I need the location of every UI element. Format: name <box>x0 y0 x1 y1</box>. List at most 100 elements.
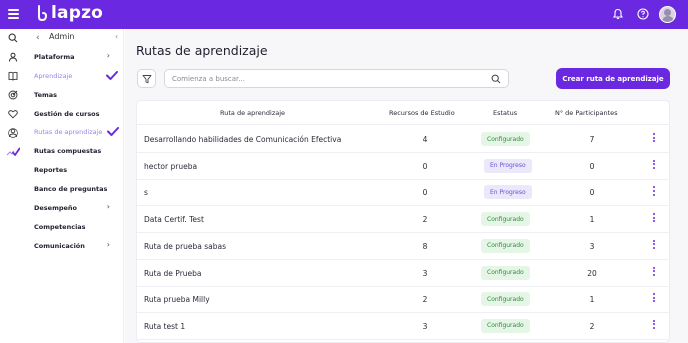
table-row[interactable]: Ruta de prueba sabas 8 Configurado 3 <box>137 233 669 260</box>
more-options-icon[interactable] <box>651 266 657 279</box>
column-header[interactable]: Recursos de Estudio <box>389 109 455 117</box>
sidebar-item-label: Desempeño <box>34 204 78 212</box>
filter-button[interactable] <box>137 69 156 88</box>
table-row[interactable]: hector prueba 0 En Progreso 0 <box>137 153 669 180</box>
status-badge: Configurado <box>481 132 530 146</box>
table-row[interactable]: Desarrollando habilidades de Comunicació… <box>137 126 669 153</box>
sidebar-item-comunicacion[interactable]: Comunicación › <box>34 239 120 253</box>
brand-logo[interactable]: lapzo <box>36 3 103 23</box>
chevron-right-icon: › <box>106 202 110 211</box>
more-options-icon[interactable] <box>651 213 657 225</box>
sidebar-item-plataforma[interactable]: Plataforma › <box>34 50 120 64</box>
sidebar-item-desempeno[interactable]: Desempeño › <box>34 201 120 215</box>
status-badge: Configurado <box>481 238 530 253</box>
sidebar-header: ‹ Admin ‹ <box>26 29 124 47</box>
more-options-icon[interactable] <box>651 293 657 305</box>
resources-count: 4 <box>422 135 428 144</box>
route-name[interactable]: s <box>144 188 148 197</box>
participants-count: 20 <box>587 268 597 278</box>
chevron-right-icon: › <box>106 240 110 249</box>
table-row[interactable]: Ruta prueba Milly 2 Configurado 1 <box>137 286 669 314</box>
learning-paths-table: Ruta de aprendizaje Recursos de Estudio … <box>136 100 670 343</box>
collapse-chevron-icon[interactable]: ‹ <box>115 32 118 41</box>
route-name[interactable]: hector prueba <box>144 162 197 171</box>
column-header[interactable]: N° de Participantes <box>555 109 618 117</box>
sidebar-item-temas[interactable]: Temas <box>34 88 120 102</box>
more-options-icon[interactable] <box>651 133 657 145</box>
status-badge: Configurado <box>481 265 530 280</box>
table-row[interactable]: Ruta test 1 3 Configurado 2 <box>137 313 669 340</box>
column-header[interactable]: Estatus <box>493 109 517 117</box>
sidebar-item-label: Banco de preguntas <box>34 185 108 193</box>
more-options-icon[interactable] <box>651 186 657 198</box>
table-row[interactable]: s 0 En Progreso 0 <box>137 179 669 207</box>
participants-count: 0 <box>589 161 595 171</box>
resources-count: 8 <box>422 241 428 251</box>
participants-count: 1 <box>589 215 595 225</box>
sidebar-title: Admin <box>49 32 75 41</box>
status-badge: Configurado <box>481 292 530 307</box>
route-name[interactable]: Ruta de prueba sabas <box>144 242 226 251</box>
create-learning-path-button[interactable]: Crear ruta de aprendizaje <box>556 68 670 89</box>
more-options-icon[interactable] <box>651 159 657 172</box>
sidebar-item-gestion-cursos[interactable]: Gestión de cursos <box>34 107 120 121</box>
sidebar-item-banco-preguntas[interactable]: Banco de preguntas <box>34 182 120 196</box>
back-chevron-icon[interactable]: ‹ <box>36 33 40 43</box>
sidebar-item-reportes[interactable]: Reportes <box>34 163 120 177</box>
participants-count: 2 <box>589 321 595 331</box>
table-header: Ruta de aprendizaje Recursos de Estudio … <box>137 101 669 125</box>
search-icon[interactable] <box>8 33 18 43</box>
brand-name: lapzo <box>51 3 104 23</box>
route-name[interactable]: Ruta test 1 <box>144 322 185 331</box>
table-row[interactable]: Data Certif. Test 2 Configurado 1 <box>137 206 669 234</box>
sidebar-item-label: Competencias <box>34 223 86 231</box>
chart-check-icon[interactable] <box>6 147 20 157</box>
status-badge: Configurado <box>481 318 530 333</box>
book-icon[interactable] <box>8 71 18 81</box>
sidebar-item-label: Reportes <box>34 166 68 174</box>
participants-count: 1 <box>589 295 595 305</box>
more-options-icon[interactable] <box>651 239 657 252</box>
participants-count: 3 <box>589 241 595 251</box>
column-header[interactable]: Ruta de aprendizaje <box>220 109 285 117</box>
users-icon[interactable] <box>8 128 18 138</box>
sidebar-item-label: Rutas compuestas <box>34 147 102 155</box>
resources-count: 2 <box>422 215 428 225</box>
participants-count: 7 <box>589 135 595 144</box>
page-title: Rutas de aprendizaje <box>136 43 268 58</box>
sidebar-item-label: Comunicación <box>34 242 85 250</box>
resources-count: 3 <box>422 321 428 331</box>
table-row[interactable]: Ruta de Prueba 3 Configurado 20 <box>137 260 669 287</box>
participants-count: 0 <box>589 188 595 198</box>
target-icon[interactable] <box>8 90 18 100</box>
filter-icon <box>142 75 152 84</box>
route-name[interactable]: Ruta prueba Milly <box>144 295 210 304</box>
search-bar <box>164 69 509 88</box>
search-icon[interactable] <box>491 74 501 84</box>
search-input[interactable] <box>172 72 472 86</box>
check-icon <box>106 71 118 80</box>
top-bar: lapzo <box>0 0 688 29</box>
heart-icon[interactable] <box>8 109 18 119</box>
avatar[interactable] <box>659 6 676 23</box>
chevron-right-icon: › <box>106 51 110 60</box>
icon-rail <box>0 29 26 343</box>
menu-icon[interactable] <box>8 9 19 19</box>
sidebar-item-competencias[interactable]: Competencias <box>34 220 120 234</box>
bell-icon[interactable] <box>612 8 624 20</box>
route-name[interactable]: Data Certif. Test <box>144 215 204 224</box>
sidebar-item-label: Aprendizaje <box>34 72 73 80</box>
sidebar-item-label: Rutas de aprendizaje <box>34 128 103 136</box>
resources-count: 0 <box>422 188 428 198</box>
admin-sidebar: ‹ Admin ‹ Plataforma › Aprendizaje Temas … <box>26 29 124 343</box>
resources-count: 0 <box>422 161 428 171</box>
user-icon[interactable] <box>8 52 18 62</box>
help-icon[interactable] <box>637 8 649 20</box>
lapzo-logo-icon <box>38 5 48 22</box>
more-options-icon[interactable] <box>651 319 657 332</box>
route-name[interactable]: Desarrollando habilidades de Comunicació… <box>144 135 341 144</box>
sidebar-item-rutas-compuestas[interactable]: Rutas compuestas <box>34 144 120 158</box>
sidebar-item-label: Plataforma <box>34 53 75 61</box>
route-name[interactable]: Ruta de Prueba <box>144 269 202 278</box>
main-content: Rutas de aprendizaje Crear ruta de apren… <box>125 29 688 343</box>
